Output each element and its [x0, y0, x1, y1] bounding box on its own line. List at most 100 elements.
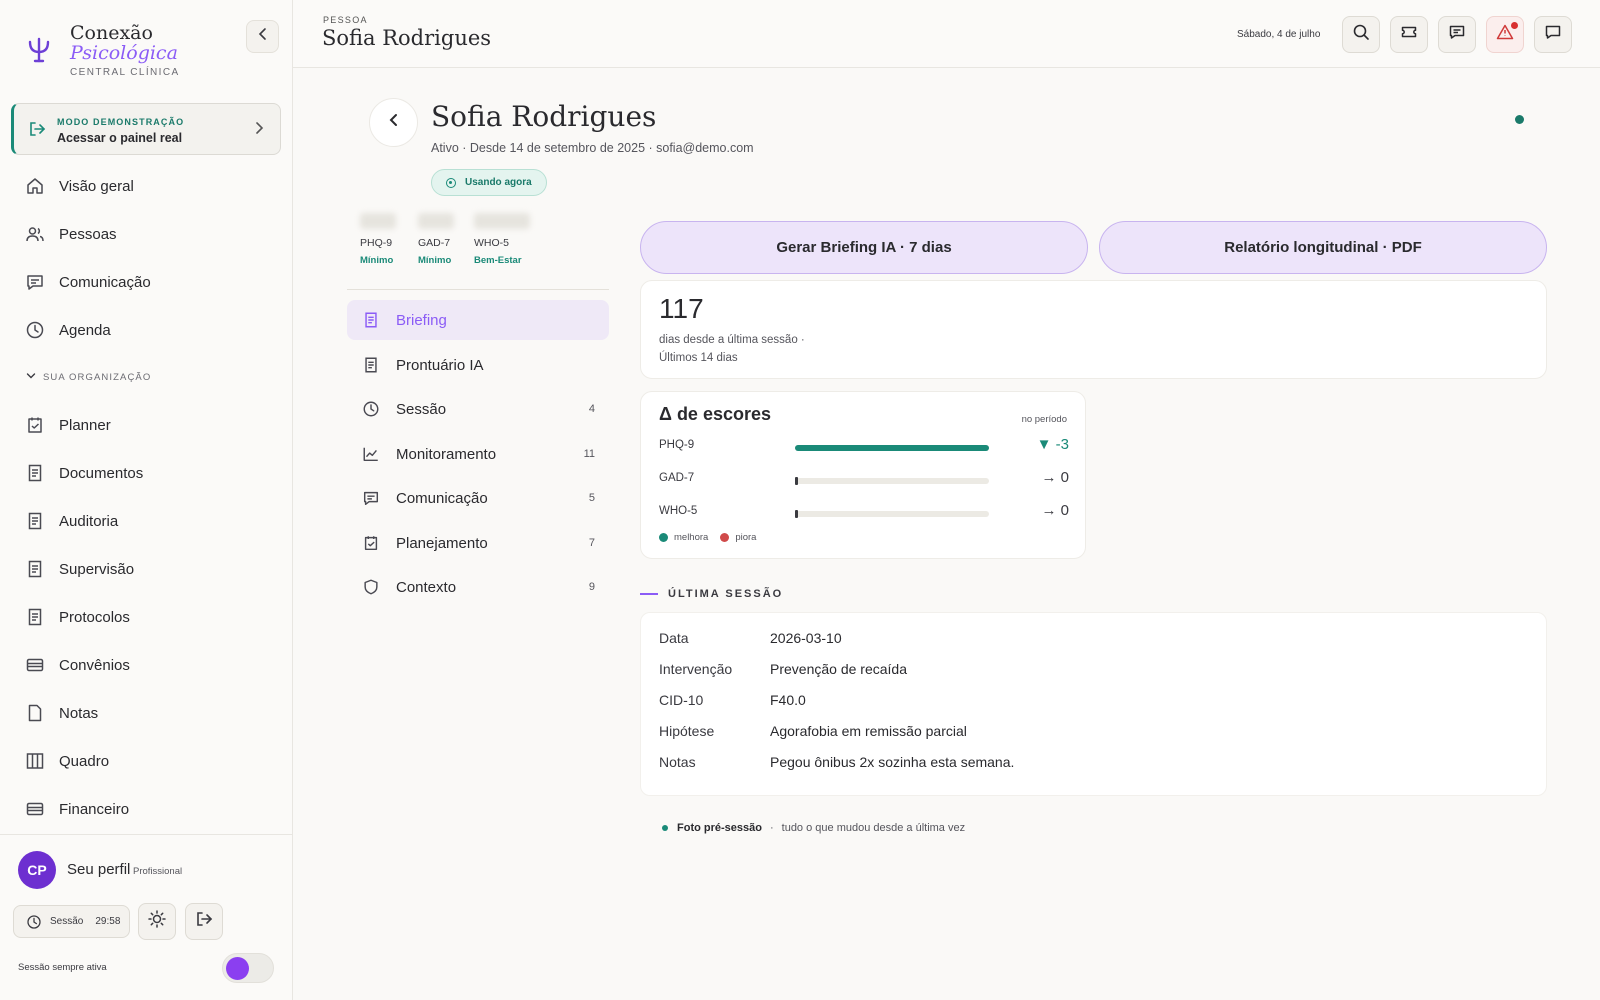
collapse-sidebar-button[interactable]: [246, 20, 279, 53]
legend-worse-dot: [720, 533, 730, 542]
nav-item-pessoas[interactable]: Pessoas: [24, 219, 274, 249]
radio-icon: [446, 177, 456, 188]
status-badge: Usando agora: [431, 169, 547, 196]
kv-key: Notas: [659, 754, 696, 770]
last-session-card: Data 2026-03-10 Intervenção Prevenção de…: [640, 612, 1547, 796]
delta-zero-tick: [795, 477, 798, 485]
profile-name[interactable]: Seu perfil: [67, 861, 130, 878]
brand[interactable]: Conexão Psicológica CENTRAL CLÍNICA: [24, 22, 274, 82]
session-label: Sessão: [50, 916, 84, 927]
users-icon: [24, 223, 46, 245]
nav-label: Notas: [59, 704, 99, 722]
theme-toggle-button[interactable]: [138, 903, 176, 940]
topbar: PESSOA Sofia Rodrigues Sábado, 4 de julh…: [293, 0, 1600, 68]
nav-label: Quadro: [59, 752, 110, 770]
delta-track: [795, 477, 989, 485]
home-icon: [24, 175, 46, 197]
delta-row-name: WHO-5: [659, 505, 698, 517]
kv-key: Hipótese: [659, 723, 715, 739]
nav-item-auditoria[interactable]: Auditoria: [24, 506, 274, 536]
document-icon: [24, 606, 46, 628]
nav-label: Documentos: [59, 464, 144, 482]
current-date: Sábado, 4 de julho: [1237, 29, 1321, 40]
avatar[interactable]: CP: [18, 851, 56, 889]
legend-worse-label: piora: [735, 532, 757, 543]
session-timer[interactable]: Sessão 29:58: [13, 905, 130, 938]
divider: [347, 289, 609, 290]
always-active-toggle[interactable]: [222, 953, 274, 983]
nav-label: Protocolos: [59, 608, 130, 626]
ticket-button[interactable]: [1390, 16, 1428, 53]
document-icon: [24, 510, 46, 532]
demo-mode-card[interactable]: MODO DEMONSTRAÇÃO Acessar o painel real: [11, 103, 281, 155]
chevron-left-icon: [256, 27, 270, 46]
card-icon: [24, 654, 46, 676]
always-active-label: Sessão sempre ativa: [18, 962, 107, 973]
chat-button[interactable]: [1438, 16, 1476, 53]
columns-icon: [24, 750, 46, 772]
tab-planejamento[interactable]: Planejamento 7: [347, 523, 609, 563]
nav-item-documentos[interactable]: Documentos: [24, 458, 274, 488]
tab-contexto[interactable]: Contexto 9: [347, 567, 609, 607]
nav-item-comunicacao[interactable]: Comunicação: [24, 267, 274, 297]
nav-item-convenios[interactable]: Convênios: [24, 650, 274, 680]
score-value-blurred: [418, 213, 454, 229]
nav-item-agenda[interactable]: Agenda: [24, 315, 274, 345]
delta-fill: [795, 445, 989, 451]
nav-item-protocolos[interactable]: Protocolos: [24, 602, 274, 632]
longitudinal-report-button[interactable]: Relatório longitudinal · PDF: [1099, 221, 1547, 274]
nav-label: Convênios: [59, 656, 130, 674]
brand-name: Conexão: [70, 22, 153, 44]
document-icon: [24, 558, 46, 580]
score-level: Mínimo: [418, 255, 452, 266]
nav-item-visao-geral[interactable]: Visão geral: [24, 171, 274, 201]
toggle-knob: [226, 957, 249, 980]
alerts-button[interactable]: [1486, 16, 1524, 53]
legend-improve-label: melhora: [674, 532, 709, 543]
kv-key: Data: [659, 630, 689, 646]
chart-line-icon: [361, 444, 381, 464]
score-label: GAD-7: [418, 237, 451, 249]
shield-icon: [361, 577, 381, 597]
org-section-toggle[interactable]: SUA ORGANIZAÇÃO: [26, 371, 151, 384]
kv-value: Pegou ônibus 2x sozinha esta semana.: [770, 754, 1015, 770]
tab-comunicacao[interactable]: Comunicação 5: [347, 478, 609, 518]
nav-item-quadro[interactable]: Quadro: [24, 746, 274, 776]
chat-icon: [1448, 23, 1466, 46]
delta-row-name: GAD-7: [659, 472, 695, 484]
nav-item-notas[interactable]: Notas: [24, 698, 274, 728]
delta-zero-tick: [795, 510, 798, 518]
days-caption: dias desde a última sessão · Últimos 14 …: [659, 331, 805, 367]
tab-label: Comunicação: [396, 489, 488, 507]
card-icon: [24, 798, 46, 820]
delta-period: no período: [1021, 414, 1067, 425]
chevron-left-icon: [386, 112, 402, 133]
back-button[interactable]: [369, 98, 418, 147]
search-button[interactable]: [1342, 16, 1380, 53]
note-dot: [662, 825, 668, 831]
generate-briefing-button[interactable]: Gerar Briefing IA · 7 dias: [640, 221, 1088, 274]
tab-count: 9: [588, 581, 595, 593]
logout-button[interactable]: [185, 903, 223, 940]
tab-prontuario-ia[interactable]: Prontuário IA: [347, 345, 609, 385]
nav-label: Visão geral: [59, 177, 134, 195]
tab-briefing[interactable]: Briefing: [347, 300, 609, 340]
tab-count: 5: [588, 492, 595, 504]
nav-item-planner[interactable]: Planner: [24, 410, 274, 440]
tab-sessao[interactable]: Sessão 4: [347, 389, 609, 429]
messages-button[interactable]: [1534, 16, 1572, 53]
tab-label: Prontuário IA: [396, 356, 484, 374]
days-value: 117: [659, 293, 704, 324]
delta-row-value: ▼ -3: [1036, 436, 1069, 453]
logout-icon: [195, 910, 213, 933]
nav-item-supervisao[interactable]: Supervisão: [24, 554, 274, 584]
score-delta-card: Δ de escores no período PHQ-9 ▼ -3 GAD-7…: [640, 391, 1086, 559]
tab-monitoramento[interactable]: Monitoramento 11: [347, 434, 609, 474]
demo-title: Acessar o painel real: [57, 131, 183, 145]
nav-item-financeiro[interactable]: Financeiro: [24, 794, 274, 824]
tab-label: Contexto: [396, 578, 457, 596]
days-caption-line1: dias desde a última sessão ·: [659, 334, 805, 346]
clock-icon: [361, 399, 381, 419]
delta-track: [795, 510, 989, 518]
delta-title: Δ de escores: [659, 404, 771, 424]
